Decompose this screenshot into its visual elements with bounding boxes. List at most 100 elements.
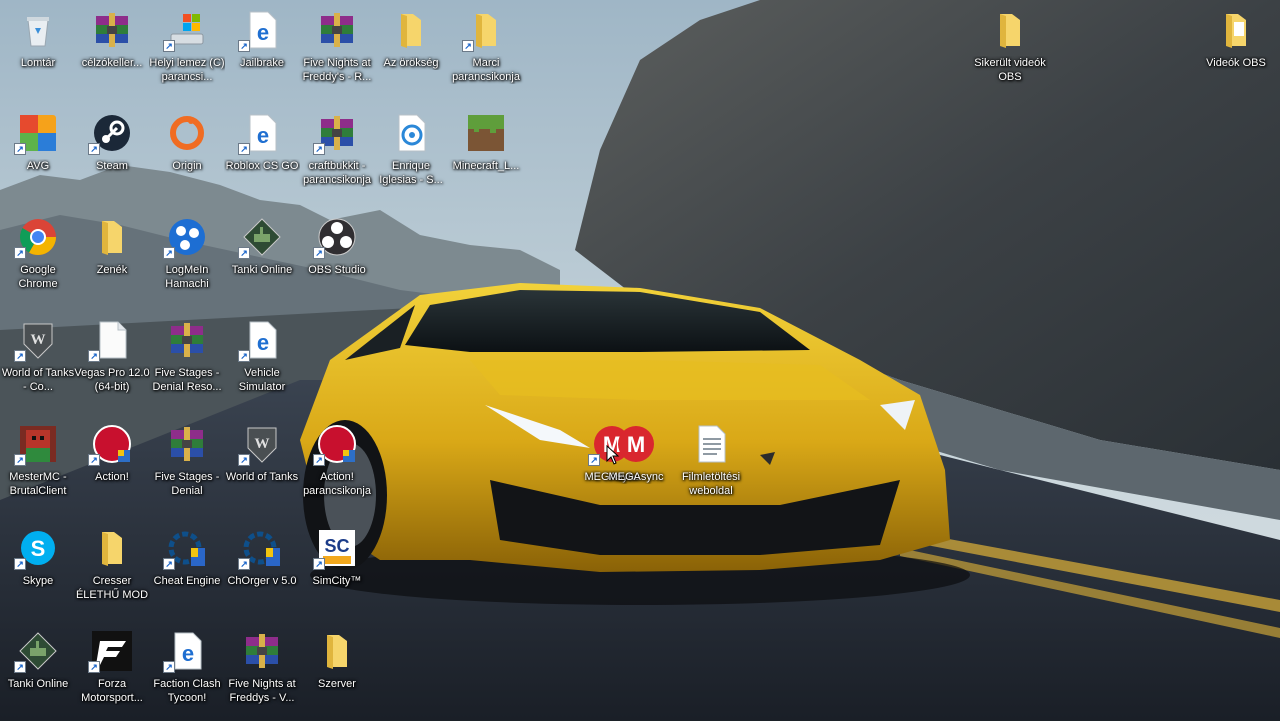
desktop-icon-label: Forza Motorsport...	[81, 678, 143, 704]
shortcut-arrow-icon: ↗	[238, 247, 250, 259]
desktop-icon-label: Action! parancsikonja	[303, 471, 371, 497]
desktop-icon-label: célzókeller...	[81, 57, 143, 69]
recycle-bin-icon	[18, 10, 58, 50]
desktop-icon-label: Lomtár	[20, 57, 56, 69]
desktop-icon[interactable]: ↗ Steam	[74, 107, 150, 203]
desktop-icon[interactable]: Origin	[149, 107, 225, 203]
desktop-icon-label: Szerver	[318, 678, 356, 690]
shortcut-arrow-icon: ↗	[14, 454, 26, 466]
desktop-icon[interactable]: Five Nights at Freddy's - R...	[299, 4, 375, 100]
desktop-icon[interactable]: ↗ LogMeIn Hamachi	[149, 211, 225, 307]
desktop-icon-label: Origin	[172, 160, 202, 172]
megasync-icon: M	[616, 424, 656, 464]
svg-text:e: e	[182, 641, 194, 666]
desktop-icon-label: Cheat Engine	[153, 575, 221, 587]
desktop-icon[interactable]: e ↗ Jailbrake	[224, 4, 300, 100]
shortcut-arrow-icon: ↗	[88, 350, 100, 362]
shortcut-arrow-icon: ↗	[313, 558, 325, 570]
folder-icon	[391, 10, 431, 50]
desktop-icon-label: MesterMC - BrutalClient	[9, 471, 67, 497]
desktop-icon[interactable]: ↗ Action!	[74, 418, 150, 514]
desktop-icon[interactable]: ↗ Tanki Online	[224, 211, 300, 307]
archive-icon	[92, 10, 132, 50]
desktop-icon-label: Az örökség	[383, 57, 439, 69]
svg-text:SC: SC	[324, 536, 349, 556]
folder-icon	[317, 631, 357, 671]
desktop-icon[interactable]: Cresser ÉLETHŰ MOD	[74, 522, 150, 618]
desktop-icon[interactable]: Zenék	[74, 211, 150, 307]
desktop-icon[interactable]: ↗ AVG	[0, 107, 76, 203]
desktop-icon[interactable]: e ↗ Vehicle Simulator	[224, 314, 300, 410]
shortcut-arrow-icon: ↗	[462, 40, 474, 52]
shortcut-arrow-icon: ↗	[238, 454, 250, 466]
desktop-icon[interactable]: Minecraft_L...	[448, 107, 524, 203]
desktop-icon-label: Five Stages - Denial Reso...	[152, 367, 222, 393]
folder-icon	[92, 528, 132, 568]
desktop-icon[interactable]: ↗ MesterMC - BrutalClient	[0, 418, 76, 514]
desktop-icon[interactable]: Enrique Iglesias - S...	[373, 107, 449, 203]
desktop-icon-label: World of Tanks - Co...	[1, 367, 75, 393]
desktop-icon-label: Enrique Iglesias - S...	[379, 160, 443, 186]
desktop-icon[interactable]: Szerver	[299, 625, 375, 721]
folder-icon	[92, 217, 132, 257]
desktop-icon[interactable]: Five Nights at Freddys - V...	[224, 625, 300, 721]
media-file-icon	[391, 113, 431, 153]
desktop-icon-label: Videók OBS	[1206, 57, 1266, 69]
shortcut-arrow-icon: ↗	[163, 558, 175, 570]
desktop-icon[interactable]: ↗ Forza Motorsport...	[74, 625, 150, 721]
minecraft-icon	[466, 113, 506, 153]
desktop-icon[interactable]: S ↗ Skype	[0, 522, 76, 618]
shortcut-arrow-icon: ↗	[88, 143, 100, 155]
desktop-icon[interactable]: W ↗ World of Tanks	[224, 418, 300, 514]
desktop-icon[interactable]: Filmletöltési weboldal	[673, 418, 749, 514]
desktop-icon[interactable]: ↗ Cheat Engine	[149, 522, 225, 618]
desktop-icon-label: World of Tanks	[225, 471, 299, 483]
desktop-icon[interactable]: W ↗ World of Tanks - Co...	[0, 314, 76, 410]
desktop-icon[interactable]: Five Stages - Denial Reso...	[149, 314, 225, 410]
desktop-icon[interactable]: M MEGAsync	[598, 418, 674, 514]
mouse-cursor-icon	[606, 445, 620, 465]
desktop-icon-label: MEGAsync	[608, 471, 664, 483]
desktop-icon[interactable]: ↗ OBS Studio	[299, 211, 375, 307]
shortcut-arrow-icon: ↗	[238, 350, 250, 362]
desktop-icon-label: Cresser ÉLETHŰ MOD	[75, 575, 149, 601]
desktop-icon-label: Filmletöltési weboldal	[681, 471, 741, 497]
desktop-icon-label: OBS Studio	[308, 264, 366, 276]
desktop-icon[interactable]: ↗ Helyi lemez (C) parancsi...	[149, 4, 225, 100]
desktop-icon[interactable]: SC ↗ SimCity™	[299, 522, 375, 618]
desktop-icon[interactable]: Five Stages - Denial	[149, 418, 225, 514]
desktop-icon[interactable]: e ↗ Faction Clash Tycoon!	[149, 625, 225, 721]
desktop-icon[interactable]: ↗ Marci parancsikonja	[448, 4, 524, 100]
desktop-icon[interactable]: Videók OBS	[1198, 4, 1274, 100]
desktop-icon[interactable]: ↗ Action! parancsikonja	[299, 418, 375, 514]
desktop-icon-label: Jailbrake	[239, 57, 285, 69]
desktop-icon[interactable]: Az örökség	[373, 4, 449, 100]
svg-text:e: e	[257, 123, 269, 148]
origin-icon	[167, 113, 207, 153]
svg-text:S: S	[31, 536, 46, 561]
shortcut-arrow-icon: ↗	[14, 350, 26, 362]
desktop-icon[interactable]: célzókeller...	[74, 4, 150, 100]
desktop-icon[interactable]: e ↗ Roblox CS GO	[224, 107, 300, 203]
folder-icon	[1216, 10, 1256, 50]
desktop-icon-label: AVG	[26, 160, 50, 172]
desktop-icon-label: Faction Clash Tycoon!	[153, 678, 221, 704]
desktop-icon[interactable]: ↗ Vegas Pro 12.0 (64-bit)	[74, 314, 150, 410]
desktop-icon-label: Tanki Online	[231, 264, 293, 276]
desktop-icon[interactable]: ↗ Google Chrome	[0, 211, 76, 307]
shortcut-arrow-icon: ↗	[88, 661, 100, 673]
shortcut-arrow-icon: ↗	[14, 247, 26, 259]
desktop-icon-label: Zenék	[96, 264, 128, 276]
shortcut-arrow-icon: ↗	[313, 143, 325, 155]
desktop-icon[interactable]: Lomtár	[0, 4, 76, 100]
folder-icon	[990, 10, 1030, 50]
desktop-icon[interactable]: ↗ ChOrger v 5.0	[224, 522, 300, 618]
svg-text:M: M	[627, 432, 645, 457]
shortcut-arrow-icon: ↗	[313, 247, 325, 259]
svg-text:e: e	[257, 20, 269, 45]
archive-icon	[167, 320, 207, 360]
desktop-icon[interactable]: Sikerült videók OBS	[972, 4, 1048, 100]
desktop-icon[interactable]: ↗ craftbukkit - parancsikonja	[299, 107, 375, 203]
shortcut-arrow-icon: ↗	[238, 143, 250, 155]
desktop-icon[interactable]: ↗ Tanki Online	[0, 625, 76, 721]
